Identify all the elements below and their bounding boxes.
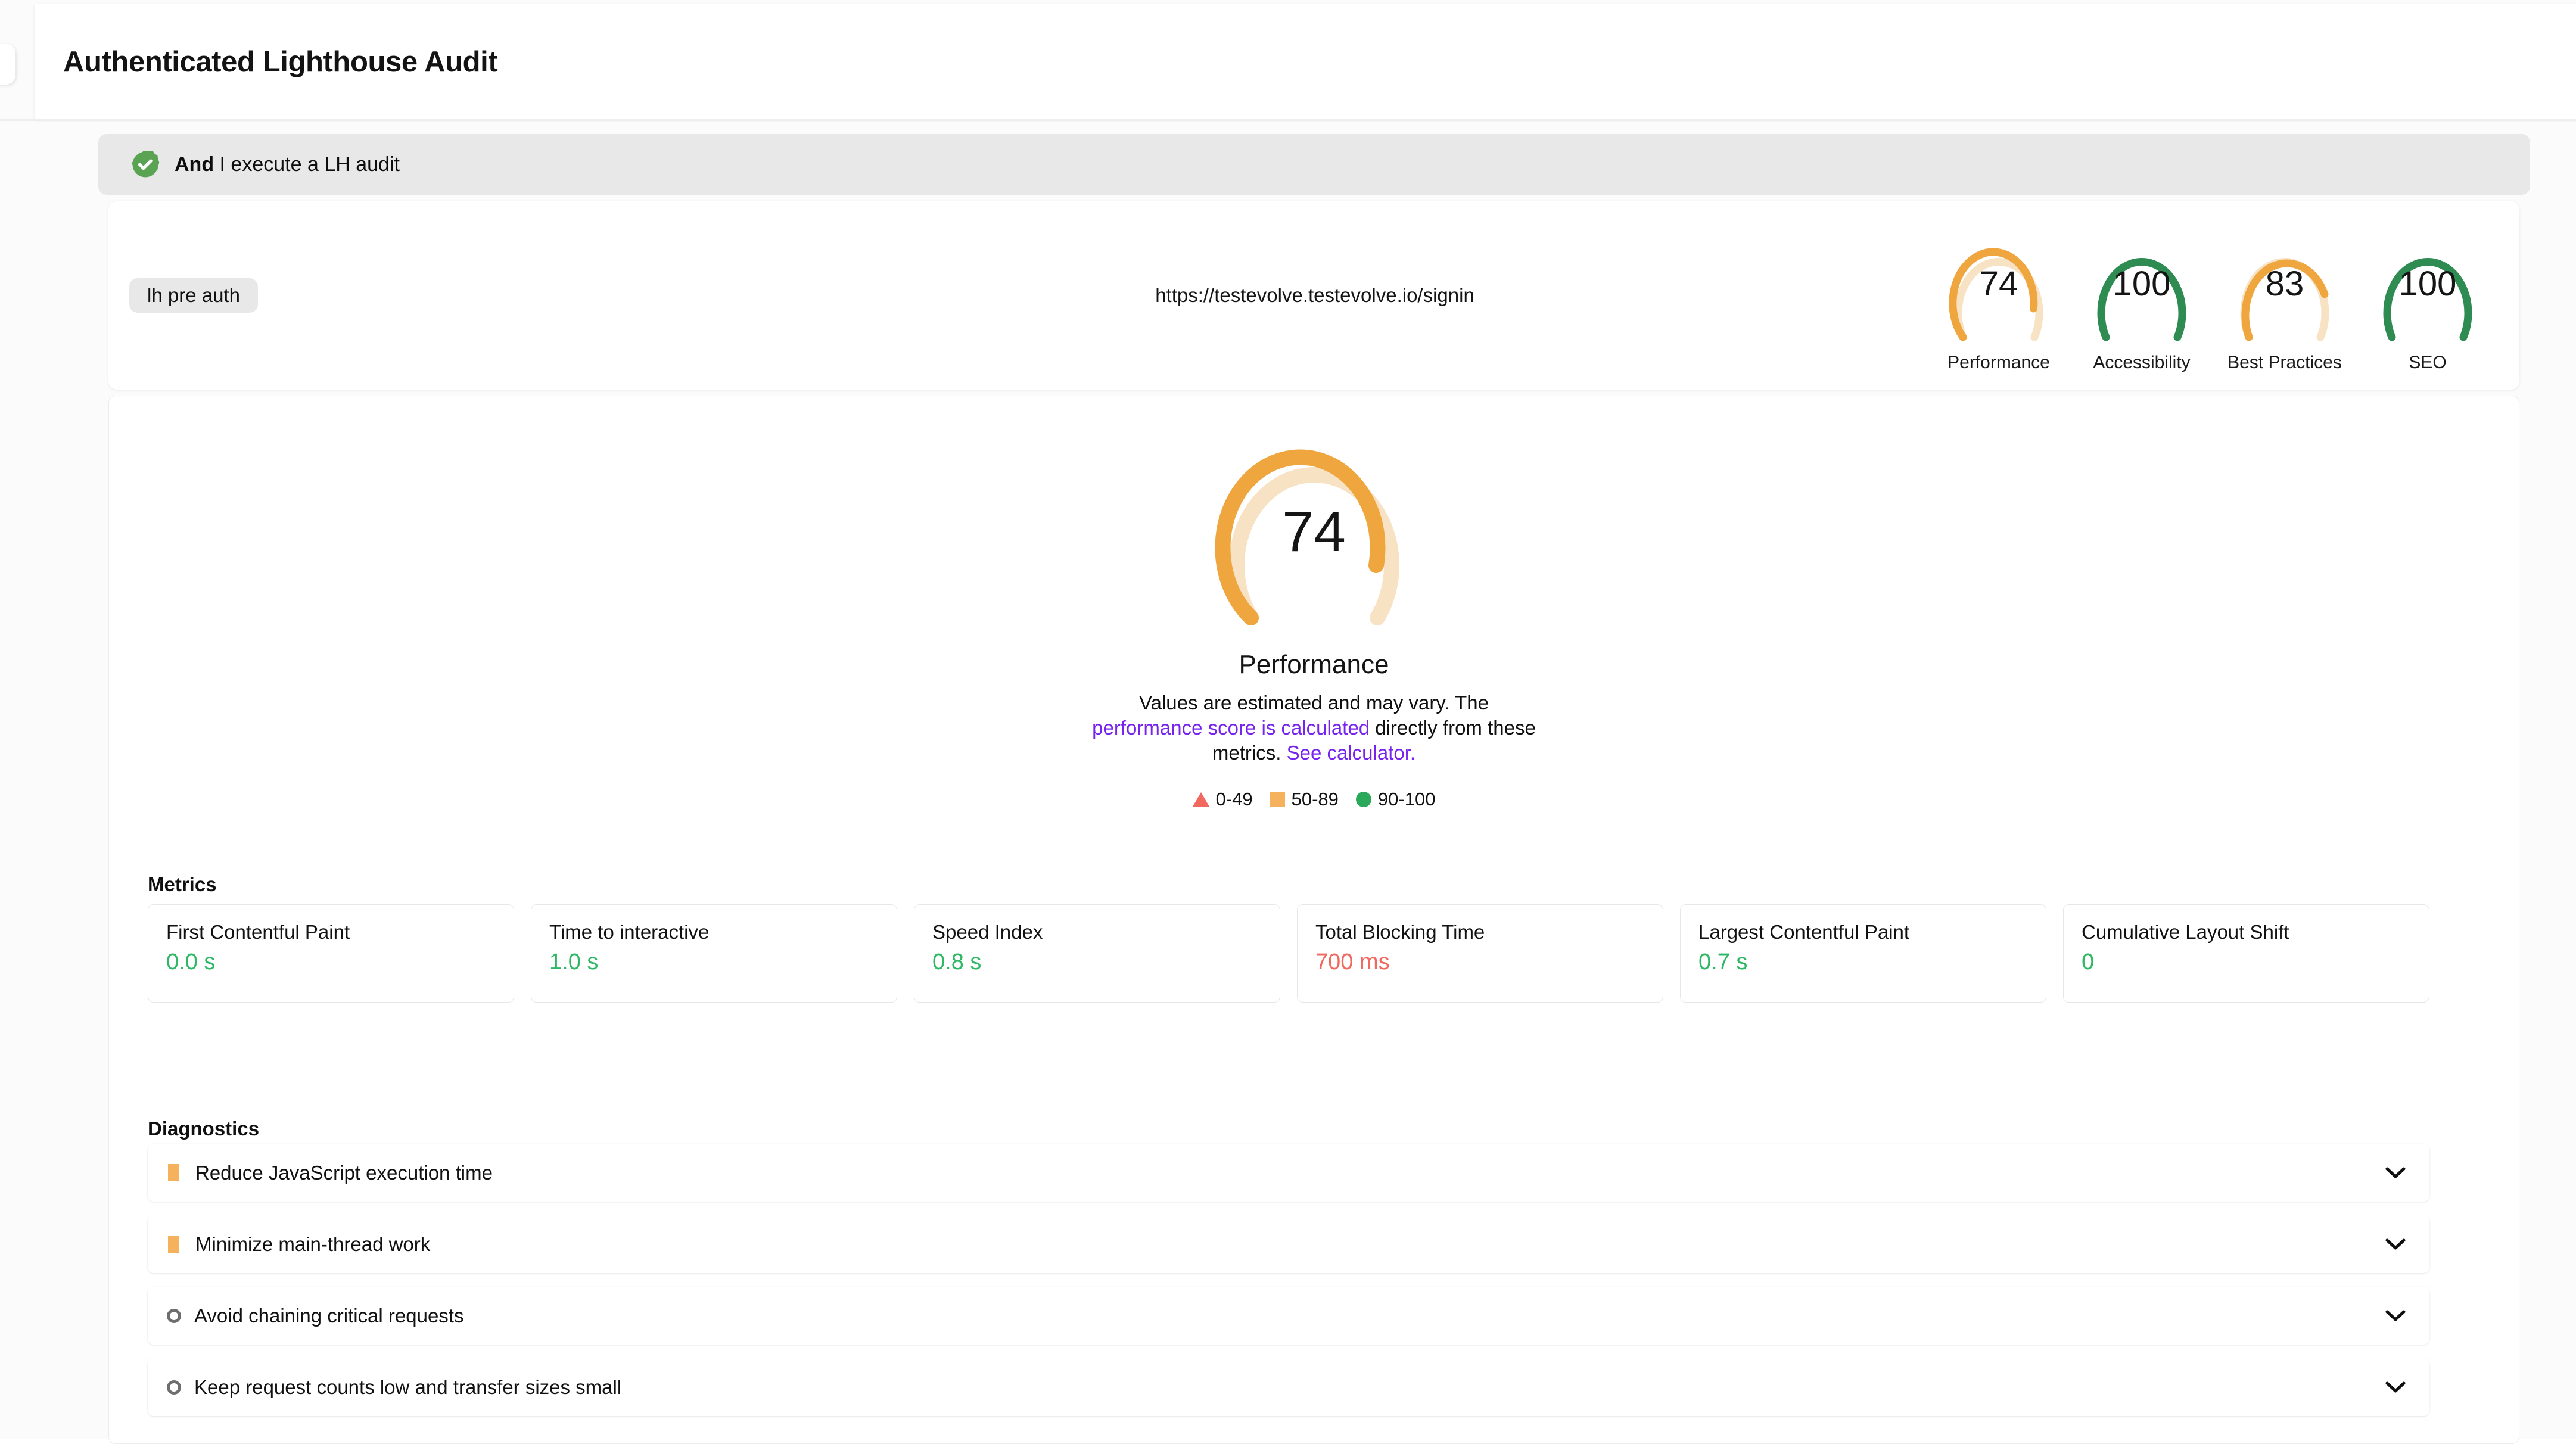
chevron-down-icon[interactable] xyxy=(2385,1238,2406,1251)
legend-label: 50-89 xyxy=(1291,788,1339,810)
app-header: Authenticated Lighthouse Audit xyxy=(35,4,2576,119)
sidebar-toggle-tab[interactable] xyxy=(0,44,15,85)
performance-gauge-block: 74 Performance Values are estimated and … xyxy=(109,439,2519,810)
metric-value: 700 ms xyxy=(1315,950,1390,975)
gauge-score: 100 xyxy=(2398,264,2457,303)
step-description: I execute a LH audit xyxy=(214,153,400,176)
chevron-down-icon[interactable] xyxy=(2385,1381,2406,1394)
diagnostic-label: Minimize main-thread work xyxy=(195,1233,431,1255)
step-text: And I execute a LH audit xyxy=(175,153,400,176)
legend-item-good: 90-100 xyxy=(1355,788,1436,810)
legend-label: 90-100 xyxy=(1377,788,1436,810)
legend-item-average: 50-89 xyxy=(1270,789,1339,810)
metric-name: Cumulative Layout Shift xyxy=(2082,921,2289,943)
metrics-grid: First Contentful Paint 0.0 s Time to int… xyxy=(148,904,2429,1003)
category-gauges: 74 Performance 100 Accessibility 83 Best… xyxy=(1936,236,2491,373)
performance-gauge: 74 xyxy=(1189,439,1439,636)
diagnostic-label: Avoid chaining critical requests xyxy=(194,1304,464,1327)
metric-name: Speed Index xyxy=(932,921,1043,943)
circle-icon xyxy=(1355,791,1371,807)
metric-name: Time to interactive xyxy=(549,921,710,943)
metric-name: Largest Contentful Paint xyxy=(1698,921,1910,943)
metric-name: Total Blocking Time xyxy=(1315,921,1485,943)
check-badge-icon xyxy=(132,151,159,178)
gauge-ring: 100 xyxy=(2083,236,2200,347)
metrics-section-title: Metrics xyxy=(148,873,217,895)
score-legend: 0-49 50-89 90-100 xyxy=(1192,788,1436,810)
diagnostics-list: Reduce JavaScript execution time Minimiz… xyxy=(148,1144,2429,1430)
audit-name-chip: lh pre auth xyxy=(129,278,258,313)
performance-score: 74 xyxy=(1282,500,1346,564)
gauge-label: Performance xyxy=(1947,353,2050,372)
diagnostic-row[interactable]: Minimize main-thread work xyxy=(148,1215,2429,1273)
diagnostic-label: Keep request counts low and transfer siz… xyxy=(194,1375,622,1398)
metric-value: 0.8 s xyxy=(932,950,982,975)
gauge-ring: 74 xyxy=(1940,236,2057,347)
square-icon xyxy=(168,1236,179,1253)
gauge-ring: 100 xyxy=(2369,236,2486,347)
step-banner: And I execute a LH audit xyxy=(98,134,2530,195)
gauge-score: 100 xyxy=(2113,264,2171,303)
metric-card[interactable]: First Contentful Paint 0.0 s xyxy=(148,904,514,1003)
metric-card[interactable]: Cumulative Layout Shift 0 xyxy=(2063,904,2429,1003)
chevron-down-icon[interactable] xyxy=(2385,1309,2406,1322)
diagnostic-row[interactable]: Keep request counts low and transfer siz… xyxy=(148,1358,2429,1416)
square-icon xyxy=(168,1164,179,1181)
desc-text-1: Values are estimated and may vary. The xyxy=(1139,692,1489,714)
gauge-label: Accessibility xyxy=(2093,353,2191,372)
chevron-down-icon[interactable] xyxy=(2385,1166,2406,1180)
metric-value: 0.7 s xyxy=(1698,950,1748,975)
metric-name: First Contentful Paint xyxy=(166,921,350,943)
metric-value: 1.0 s xyxy=(549,950,599,975)
audit-summary-card: lh pre auth https://testevolve.testevolv… xyxy=(108,201,2519,390)
performance-description: Values are estimated and may vary. The p… xyxy=(1088,690,1541,766)
triangle-icon xyxy=(1192,792,1209,807)
diagnostic-row[interactable]: Avoid chaining critical requests xyxy=(148,1287,2429,1345)
gauge-label: Best Practices xyxy=(2227,353,2342,372)
diagnostic-row[interactable]: Reduce JavaScript execution time xyxy=(148,1144,2429,1202)
metric-card[interactable]: Speed Index 0.8 s xyxy=(914,904,1280,1003)
audited-url: https://testevolve.testevolve.io/signin xyxy=(1155,284,1474,306)
circle-outline-icon xyxy=(167,1380,181,1395)
performance-gauge-label: Performance xyxy=(1239,650,1389,679)
gauge-ring: 83 xyxy=(2226,236,2343,347)
legend-item-poor: 0-49 xyxy=(1192,788,1253,810)
metric-card[interactable]: Largest Contentful Paint 0.7 s xyxy=(1680,904,2046,1003)
performance-score-calculated-link[interactable]: performance score is calculated xyxy=(1092,717,1370,739)
step-keyword: And xyxy=(175,153,214,176)
page-title: Authenticated Lighthouse Audit xyxy=(63,46,498,78)
metric-card[interactable]: Time to interactive 1.0 s xyxy=(531,904,897,1003)
legend-label: 0-49 xyxy=(1215,788,1253,810)
page-root: Authenticated Lighthouse Audit And I exe… xyxy=(0,0,2576,1444)
category-gauge-best-practices[interactable]: 83 Best Practices xyxy=(2222,236,2348,373)
category-gauge-accessibility[interactable]: 100 Accessibility xyxy=(2079,236,2205,373)
metric-card[interactable]: Total Blocking Time 700 ms xyxy=(1297,904,1663,1003)
see-calculator-link[interactable]: See calculator. xyxy=(1287,742,1415,764)
circle-outline-icon xyxy=(167,1308,181,1323)
diagnostic-label: Reduce JavaScript execution time xyxy=(195,1161,493,1184)
gauge-label: SEO xyxy=(2409,353,2447,372)
category-gauge-performance[interactable]: 74 Performance xyxy=(1936,236,2062,373)
metric-value: 0.0 s xyxy=(166,950,216,975)
gauge-score: 74 xyxy=(1979,264,2018,303)
metric-value: 0 xyxy=(2082,950,2095,975)
category-gauge-seo[interactable]: 100 SEO xyxy=(2365,236,2491,373)
square-icon xyxy=(1270,792,1285,807)
gauge-score: 83 xyxy=(2265,264,2304,303)
header-divider xyxy=(0,119,2576,121)
diagnostics-section-title: Diagnostics xyxy=(148,1118,260,1140)
